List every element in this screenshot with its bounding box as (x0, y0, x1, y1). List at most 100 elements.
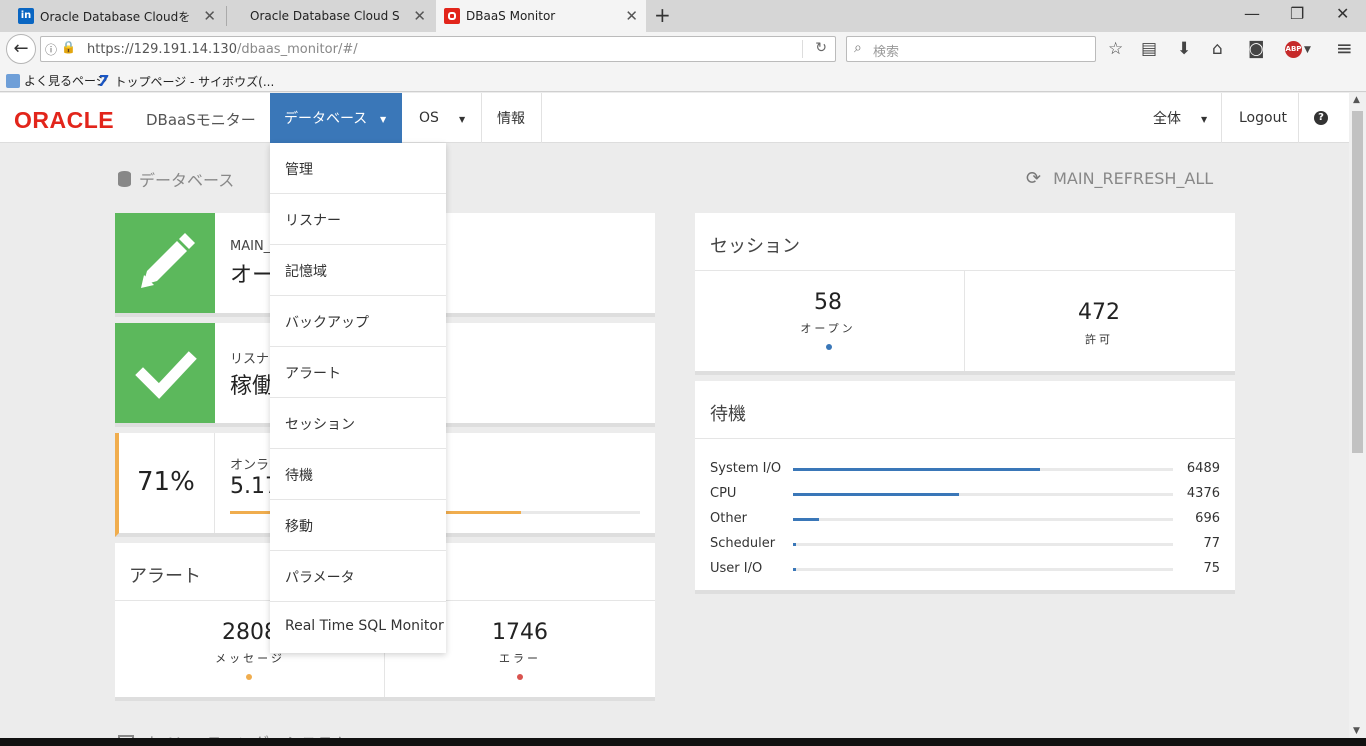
database-dropdown-menu: 管理 リスナー 記憶域 バックアップ アラート セッション 待機 移動 パラメータ Real Ti… (270, 143, 446, 653)
browser-tab-1[interactable]: in Oracle Database Cloudを使… ✕ (18, 0, 224, 32)
dropdown-item[interactable]: 管理 (270, 143, 446, 194)
scroll-up-icon[interactable]: ▲ (1353, 95, 1360, 105)
page-scrollbar[interactable]: ▲ ▼ (1349, 93, 1366, 738)
search-input[interactable]: ⌕ 検索 (846, 36, 1096, 62)
wait-row: CPU 4376 (710, 486, 1220, 502)
logout-link[interactable]: Logout (1222, 93, 1298, 143)
wait-label: CPU (710, 486, 737, 501)
scroll-down-icon[interactable]: ▼ (1353, 726, 1360, 736)
wait-bar-fill (793, 493, 959, 496)
wait-bar-fill (793, 518, 819, 521)
wait-value: 696 (1195, 511, 1220, 526)
reload-icon[interactable]: ↻ (815, 40, 827, 56)
reading-list-icon[interactable]: ▤ (1141, 39, 1157, 59)
oracle-favicon-icon (444, 8, 460, 24)
info-icon[interactable]: ⓘ (45, 41, 57, 58)
url-text: https://129.191.14.130/dbaas_monitor/#/ (87, 42, 358, 57)
minimize-icon[interactable]: — (1244, 4, 1260, 23)
browser-nav-bar: ← ⓘ 🔒 https://129.191.14.130/dbaas_monit… (0, 32, 1366, 68)
browser-tab-2[interactable]: Oracle Database Cloud Ser… ✕ (228, 0, 434, 32)
dropdown-item[interactable]: アラート (270, 347, 446, 398)
nav-os[interactable]: OS ▼ (403, 93, 481, 143)
wait-value: 75 (1203, 561, 1220, 576)
caret-down-icon: ▼ (459, 115, 466, 124)
sessions-panel: セッション 58 オープン 472 許可 (695, 213, 1235, 375)
warning-lock-icon[interactable]: 🔒 (61, 40, 76, 54)
caret-down-icon: ▼ (1201, 115, 1208, 124)
os-section-title: オペレーティング・システム (118, 730, 349, 738)
menu-icon[interactable]: ≡ (1336, 36, 1353, 60)
tab-label: DBaaS Monitor (466, 9, 556, 23)
close-tab-icon[interactable]: ✕ (413, 7, 426, 25)
wait-row: Scheduler 77 (710, 536, 1220, 552)
waits-panel: 待機 System I/O 6489 CPU 4376 Other 696 Schedule… (695, 381, 1235, 594)
oracle-logo: ORACLE (14, 107, 115, 133)
bookmarks-bar: よく見るページ 7 トップページ - サイボウズ(... (0, 68, 1366, 92)
error-dot (517, 674, 523, 680)
app-navbar: ORACLE DBaaSモニター データベース ▼ OS ▼ 情報 全体 ▼ L… (0, 93, 1349, 143)
check-icon (135, 351, 197, 399)
app-title: DBaaSモニター (146, 111, 256, 129)
wait-label: User I/O (710, 561, 763, 576)
alert-errors-label: エラー (499, 652, 541, 665)
wait-bar-track (793, 518, 1173, 521)
caret-down-icon: ▼ (380, 115, 387, 124)
wait-bar-track (793, 468, 1173, 471)
wait-bar-fill (793, 468, 1040, 471)
wait-row: Other 696 (710, 511, 1220, 527)
dropdown-item[interactable]: セッション (270, 398, 446, 449)
linkedin-icon: in (18, 8, 34, 24)
page-content: ORACLE DBaaSモニター データベース ▼ OS ▼ 情報 全体 ▼ L… (0, 93, 1349, 738)
adblock-icon[interactable]: ABP (1285, 41, 1302, 58)
browser-tab-3[interactable]: DBaaS Monitor ✕ (436, 0, 646, 32)
close-tab-icon[interactable]: ✕ (625, 7, 638, 25)
wait-bar-fill (793, 568, 796, 571)
allowed-sessions-count: 472 (1078, 300, 1120, 325)
wait-bar-track (793, 493, 1173, 496)
wait-value: 77 (1203, 536, 1220, 551)
close-window-icon[interactable]: ✕ (1336, 4, 1349, 23)
status-square (115, 213, 215, 313)
new-tab-icon[interactable]: + (654, 3, 671, 27)
bookmark-star-icon[interactable]: ☆ (1108, 39, 1123, 59)
browser-tab-bar: in Oracle Database Cloudを使… ✕ Oracle Dat… (0, 0, 1366, 32)
bookmark-cybozu[interactable]: 7 トップページ - サイボウズ(... (98, 72, 274, 90)
wait-value: 4376 (1186, 486, 1220, 501)
restore-icon[interactable]: ❐ (1290, 4, 1304, 23)
nav-database[interactable]: データベース ▼ (270, 93, 402, 143)
close-tab-icon[interactable]: ✕ (203, 7, 216, 25)
scrollbar-thumb[interactable] (1352, 111, 1363, 453)
alert-errors-count: 1746 (492, 620, 548, 645)
help-icon[interactable]: ? (1314, 93, 1334, 143)
address-bar[interactable]: ⓘ 🔒 https://129.191.14.130/dbaas_monitor… (40, 36, 836, 62)
tab-label: Oracle Database Cloud Ser… (250, 9, 400, 23)
nav-info[interactable]: 情報 (482, 93, 540, 143)
dropdown-item[interactable]: リスナー (270, 194, 446, 245)
section-title: データベース (118, 167, 234, 191)
wait-row: User I/O 75 (710, 561, 1220, 577)
scope-dropdown[interactable]: 全体 ▼ (1138, 93, 1220, 143)
dropdown-item[interactable]: 移動 (270, 500, 446, 551)
home-icon[interactable]: ⌂ (1212, 39, 1223, 59)
wait-label: Scheduler (710, 536, 776, 551)
wait-label: Other (710, 511, 747, 526)
wait-bar-fill (793, 543, 796, 546)
pocket-icon[interactable]: ◙ (1248, 39, 1265, 59)
dropdown-item[interactable]: パラメータ (270, 551, 446, 602)
chevron-down-icon[interactable]: ▼ (1304, 45, 1311, 55)
warning-dot (246, 674, 252, 680)
refresh-all-button[interactable]: ⟳ MAIN_REFRESH_ALL (1026, 168, 1213, 189)
bookmark-most-visited[interactable]: よく見るページ (6, 72, 108, 89)
dropdown-item[interactable]: 待機 (270, 449, 446, 500)
search-icon: ⌕ (854, 40, 862, 56)
dropdown-item[interactable]: 記憶域 (270, 245, 446, 296)
dropdown-item[interactable]: Real Time SQL Monitor (270, 602, 446, 653)
back-icon[interactable]: ← (6, 34, 36, 64)
cybozu-icon: 7 (98, 72, 109, 90)
dropdown-item[interactable]: バックアップ (270, 296, 446, 347)
bookmark-folder-icon (6, 73, 20, 88)
refresh-icon: ⟳ (1026, 168, 1042, 189)
wait-label: System I/O (710, 461, 782, 476)
download-icon[interactable]: ⬇ (1177, 39, 1191, 59)
open-sessions-count: 58 (814, 290, 842, 315)
